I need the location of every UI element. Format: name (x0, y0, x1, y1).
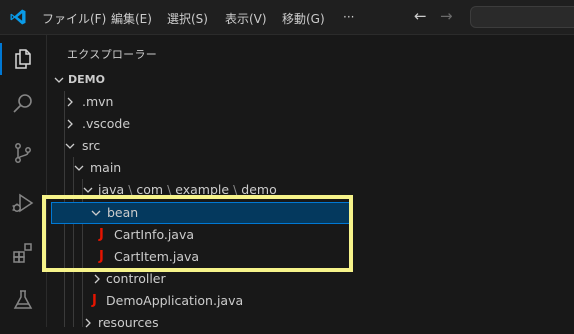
chevron-right-icon (85, 318, 91, 328)
active-indicator (0, 43, 2, 75)
tree-item-main[interactable]: main (47, 157, 574, 179)
path-segment-demo[interactable]: demo (241, 182, 276, 197)
tree-item-label: main (90, 160, 122, 175)
java-file-icon: J (92, 293, 97, 308)
tree-item-controller[interactable]: controller (47, 268, 574, 290)
activity-bar (0, 35, 47, 327)
tree-item-mvn[interactable]: .mvn (47, 91, 574, 113)
menu-selection[interactable]: 選択(S) (167, 10, 208, 27)
chevron-down-icon (54, 77, 64, 83)
tree-file-cartinfo[interactable]: J CartInfo.java (47, 224, 574, 246)
files-icon[interactable] (11, 47, 35, 71)
source-control-icon[interactable] (11, 141, 35, 165)
tree-item-src[interactable]: src (47, 135, 574, 157)
java-file-icon: J (99, 227, 104, 242)
path-separator: \ (167, 182, 172, 197)
tree-item-label: .vscode (82, 116, 131, 131)
chevron-right-icon (94, 274, 100, 284)
tree-item-label: controller (106, 271, 166, 286)
path-separator: \ (233, 182, 238, 197)
tree-file-cartitem[interactable]: J CartItem.java (47, 246, 574, 268)
tree-root-demo[interactable]: DEMO (47, 69, 574, 91)
chevron-down-icon (74, 165, 84, 171)
title-bar: ファイル(F) 編集(E) 選択(S) 表示(V) 移動(G) ··· ← → (0, 0, 574, 35)
chevron-down-icon (91, 210, 101, 216)
file-name: CartItem.java (114, 249, 200, 264)
chevron-down-icon (83, 187, 93, 193)
chevron-down-icon (65, 143, 75, 149)
tree-item-bean[interactable]: bean (51, 202, 353, 224)
menu-more[interactable]: ··· (343, 10, 354, 24)
chevron-right-icon (67, 97, 73, 107)
compact-folder-path: java \ com \ example \ demo (98, 179, 277, 201)
chevron-right-icon (67, 119, 73, 129)
file-name: CartInfo.java (114, 227, 195, 242)
tree-item-vscode[interactable]: .vscode (47, 113, 574, 135)
testing-icon[interactable] (11, 288, 35, 312)
path-separator: \ (128, 182, 133, 197)
menu-edit[interactable]: 編集(E) (111, 10, 152, 27)
run-debug-icon[interactable] (11, 191, 35, 215)
menu-go[interactable]: 移動(G) (282, 10, 325, 27)
command-center-search[interactable] (470, 6, 574, 28)
path-segment-example[interactable]: example (175, 182, 229, 197)
vscode-logo-icon[interactable] (9, 8, 27, 26)
back-arrow-icon[interactable]: ← (414, 7, 427, 25)
tree-root-label: DEMO (68, 73, 105, 86)
path-segment-com[interactable]: com (136, 182, 163, 197)
forward-arrow-icon[interactable]: → (440, 7, 453, 25)
explorer-panel: エクスプローラー DEMO .mvn .vscode src main java… (47, 35, 574, 330)
path-segment-java[interactable]: java (98, 182, 124, 197)
menu-file[interactable]: ファイル(F) (42, 10, 106, 27)
explorer-title: エクスプローラー (67, 48, 158, 61)
tree-item-label: bean (107, 205, 139, 220)
menu-view[interactable]: 表示(V) (225, 10, 267, 27)
tree-item-label: resources (98, 315, 159, 330)
extensions-icon[interactable] (11, 241, 35, 265)
tree-file-demoapplication[interactable]: J DemoApplication.java (47, 290, 574, 312)
search-icon[interactable] (11, 92, 35, 116)
tree-item-resources[interactable]: resources (47, 312, 574, 334)
java-file-icon: J (99, 249, 104, 264)
tree-item-label: .mvn (82, 94, 114, 109)
file-name: DemoApplication.java (106, 293, 244, 308)
tree-item-label: src (82, 138, 101, 153)
tree-item-java-compact[interactable]: java \ com \ example \ demo (47, 179, 574, 201)
